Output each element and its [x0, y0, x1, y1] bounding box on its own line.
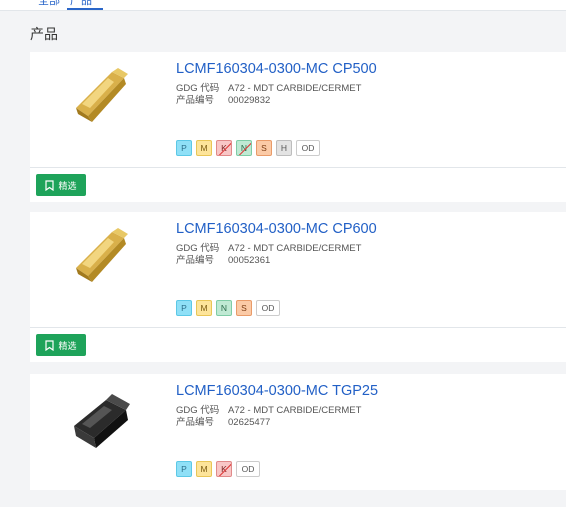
active-tab-indicator — [67, 8, 103, 10]
section-title: 产品 — [30, 26, 58, 42]
material-badge-s: S — [236, 300, 252, 316]
material-badge-label: OD — [261, 303, 275, 313]
product-number-label: 产品编号 — [176, 255, 215, 266]
gold-insert-icon[interactable] — [68, 224, 138, 288]
material-badge-label: S — [261, 143, 267, 153]
bookmark-icon — [45, 339, 55, 351]
product-card[interactable]: LCMF160304-0300-MC TGP25 GDG 代码 A72 - MDT… — [30, 374, 566, 490]
product-number-row: 产品编号 02625477 — [176, 414, 270, 428]
material-badge-label: P — [181, 143, 187, 153]
product-title[interactable]: LCMF160304-0300-MC CP600 — [176, 221, 377, 237]
bookmark-icon — [45, 179, 55, 191]
material-badge-n: N — [236, 140, 252, 156]
material-badge-s: S — [256, 140, 272, 156]
product-number-value: 02625477 — [228, 417, 271, 428]
material-badge-label: M — [200, 143, 208, 153]
material-badge-label: M — [200, 303, 208, 313]
material-badge-p: P — [176, 461, 192, 477]
material-badge-n: N — [216, 300, 232, 316]
product-number-value: 00029832 — [228, 95, 271, 106]
material-badge-od: OD — [236, 461, 260, 477]
material-badge-label: P — [181, 303, 187, 313]
pick-button[interactable]: 精选 — [36, 174, 86, 196]
material-badge-p: P — [176, 300, 192, 316]
product-number-row: 产品编号 00052361 — [176, 252, 270, 266]
product-number-value: 00052361 — [228, 255, 271, 266]
pick-button-label: 精选 — [58, 340, 77, 351]
product-number-label: 产品编号 — [176, 95, 215, 106]
product-card[interactable]: LCMF160304-0300-MC CP500 GDG 代码 A72 - MDT… — [30, 52, 566, 202]
product-number-label: 产品编号 — [176, 417, 215, 428]
material-badge-h: H — [276, 140, 292, 156]
product-number-row: 产品编号 00029832 — [176, 92, 270, 106]
material-badge-od: OD — [256, 300, 280, 316]
tab-all[interactable]: 全部 — [38, 0, 60, 8]
material-badges: P M N S OD — [176, 300, 280, 316]
material-badge-m: M — [196, 140, 212, 156]
top-tab-bar: 全部 产品 — [0, 0, 566, 11]
material-badge-k: K — [216, 461, 232, 477]
material-badge-k: K — [216, 140, 232, 156]
gold-insert-icon[interactable] — [68, 64, 138, 128]
pick-button-label: 精选 — [58, 180, 77, 191]
material-badge-m: M — [196, 300, 212, 316]
product-card[interactable]: LCMF160304-0300-MC CP600 GDG 代码 A72 - MDT… — [30, 212, 566, 362]
product-title[interactable]: LCMF160304-0300-MC TGP25 — [176, 383, 378, 399]
material-badge-od: OD — [296, 140, 320, 156]
material-badge-label: S — [241, 303, 247, 313]
material-badge-p: P — [176, 140, 192, 156]
material-badge-m: M — [196, 461, 212, 477]
material-badges: P MK OD — [176, 461, 260, 477]
card-footer: 精选 — [30, 328, 566, 362]
material-badge-label: OD — [301, 143, 315, 153]
black-insert-icon[interactable] — [68, 386, 138, 450]
material-badge-label: P — [181, 464, 187, 474]
material-badges: P MKNS H OD — [176, 140, 320, 156]
material-badge-label: H — [280, 143, 288, 153]
material-badge-label: OD — [241, 464, 255, 474]
product-title[interactable]: LCMF160304-0300-MC CP500 — [176, 61, 377, 77]
tab-products[interactable]: 产品 — [70, 0, 92, 8]
material-badge-label: N — [220, 303, 228, 313]
pick-button[interactable]: 精选 — [36, 334, 86, 356]
card-footer: 精选 — [30, 168, 566, 202]
material-badge-label: M — [200, 464, 208, 474]
